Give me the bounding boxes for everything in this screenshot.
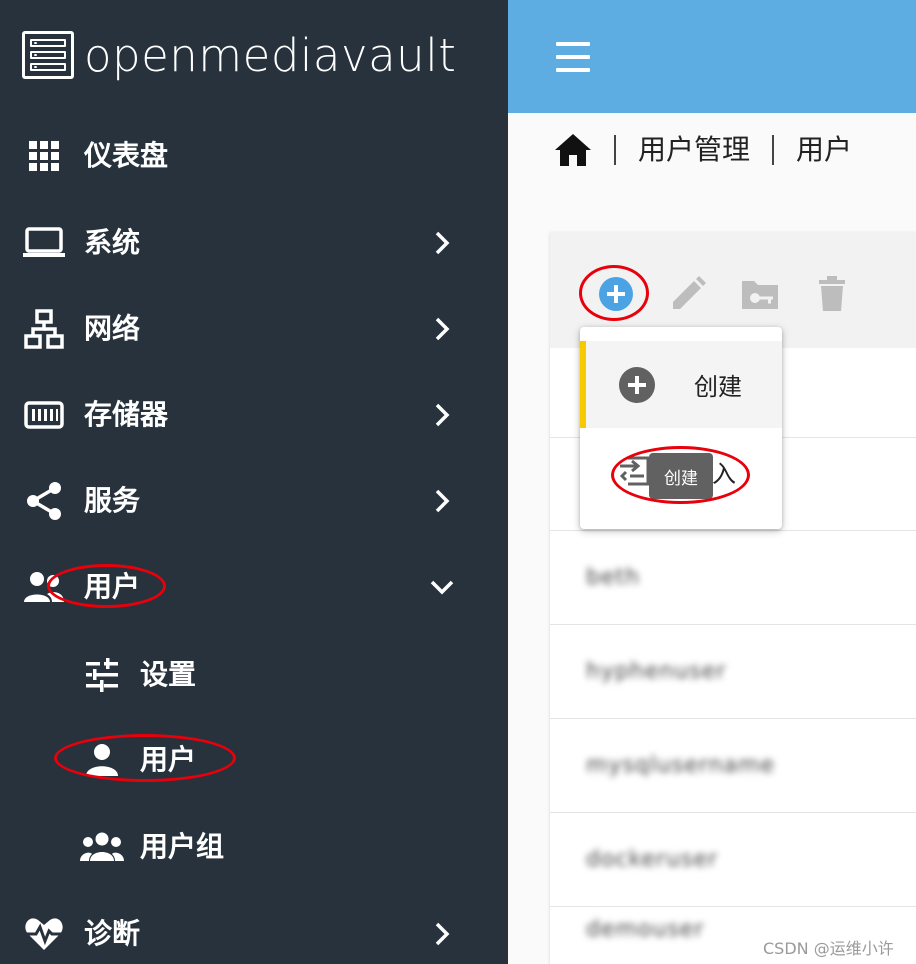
sidebar-item-label: 存储器	[84, 398, 169, 431]
user-name: beth	[586, 565, 641, 590]
delete-icon[interactable]	[810, 272, 854, 316]
chevron-down-icon	[426, 571, 458, 603]
chevron-right-icon	[426, 227, 458, 259]
user-name: mysqlusername	[586, 753, 775, 778]
add-button[interactable]	[594, 272, 638, 316]
brand-name: openmediavault	[84, 28, 457, 82]
sidebar: openmediavault 仪表盘 系统 网络 存储器 服务 用户 设置 用户…	[0, 0, 508, 964]
top-bar	[508, 0, 916, 113]
chevron-right-icon	[426, 918, 458, 950]
table-row[interactable]: hyphenuser	[550, 625, 916, 719]
sidebar-item-system[interactable]: 系统	[0, 213, 508, 273]
users-icon	[22, 565, 66, 609]
sidebar-item-label: 用户	[140, 743, 197, 776]
home-icon[interactable]	[554, 133, 592, 167]
import-icon	[618, 456, 650, 486]
network-icon	[22, 307, 66, 351]
sidebar-item-dashboard[interactable]: 仪表盘	[0, 126, 508, 186]
chevron-right-icon	[426, 485, 458, 517]
table-row[interactable]: dockeruser	[550, 813, 916, 907]
chevron-right-icon	[426, 399, 458, 431]
share-icon	[22, 479, 66, 523]
user-name: hyphenuser	[586, 659, 727, 684]
watermark: CSDN @运维小许	[763, 939, 894, 958]
dashboard-grid-icon	[22, 134, 66, 178]
group-icon	[80, 825, 124, 869]
brand[interactable]: openmediavault	[22, 30, 456, 80]
menu-item-create[interactable]: 创建	[580, 341, 782, 428]
folder-key-icon[interactable]	[738, 272, 782, 316]
sidebar-subitem-users[interactable]: 用户	[0, 730, 508, 790]
sidebar-subitem-groups[interactable]: 用户组	[0, 817, 508, 877]
tooltip: 创建	[649, 453, 713, 499]
breadcrumb-separator	[614, 135, 616, 165]
sidebar-item-label: 系统	[84, 226, 141, 259]
breadcrumb-user-management[interactable]: 用户管理	[638, 136, 750, 164]
sidebar-item-label: 诊断	[84, 917, 141, 950]
user-icon	[80, 738, 124, 782]
breadcrumb-separator	[772, 135, 775, 165]
sidebar-item-diagnostics[interactable]: 诊断	[0, 904, 508, 964]
hamburger-menu-icon[interactable]	[556, 42, 590, 72]
edit-icon[interactable]	[666, 272, 710, 316]
user-name: demouser	[586, 917, 705, 942]
sidebar-item-label: 用户组	[140, 830, 225, 863]
menu-item-label: 创建	[694, 373, 742, 401]
sidebar-subitem-settings[interactable]: 设置	[0, 645, 508, 705]
table-row[interactable]: mysqlusername	[550, 719, 916, 813]
breadcrumb-users: 用户	[796, 133, 853, 166]
user-name: dockeruser	[586, 847, 719, 872]
sidebar-item-label: 用户	[84, 570, 141, 603]
laptop-icon	[22, 221, 66, 265]
sidebar-item-label: 仪表盘	[84, 139, 169, 172]
sidebar-item-label: 服务	[84, 484, 141, 517]
breadcrumb: 用户管理 用户	[554, 128, 852, 172]
storage-icon	[22, 393, 66, 437]
heartbeat-icon	[22, 912, 66, 956]
sidebar-item-storage[interactable]: 存储器	[0, 385, 508, 445]
table-row[interactable]: beth	[550, 531, 916, 625]
sidebar-item-network[interactable]: 网络	[0, 299, 508, 359]
sliders-icon	[80, 653, 124, 697]
add-circle-icon	[618, 366, 656, 404]
sidebar-item-label: 网络	[84, 312, 141, 345]
server-logo-icon	[22, 31, 74, 79]
sidebar-item-services[interactable]: 服务	[0, 471, 508, 531]
sidebar-item-label: 设置	[140, 658, 197, 691]
chevron-right-icon	[426, 313, 458, 345]
sidebar-item-users[interactable]: 用户	[0, 557, 508, 617]
